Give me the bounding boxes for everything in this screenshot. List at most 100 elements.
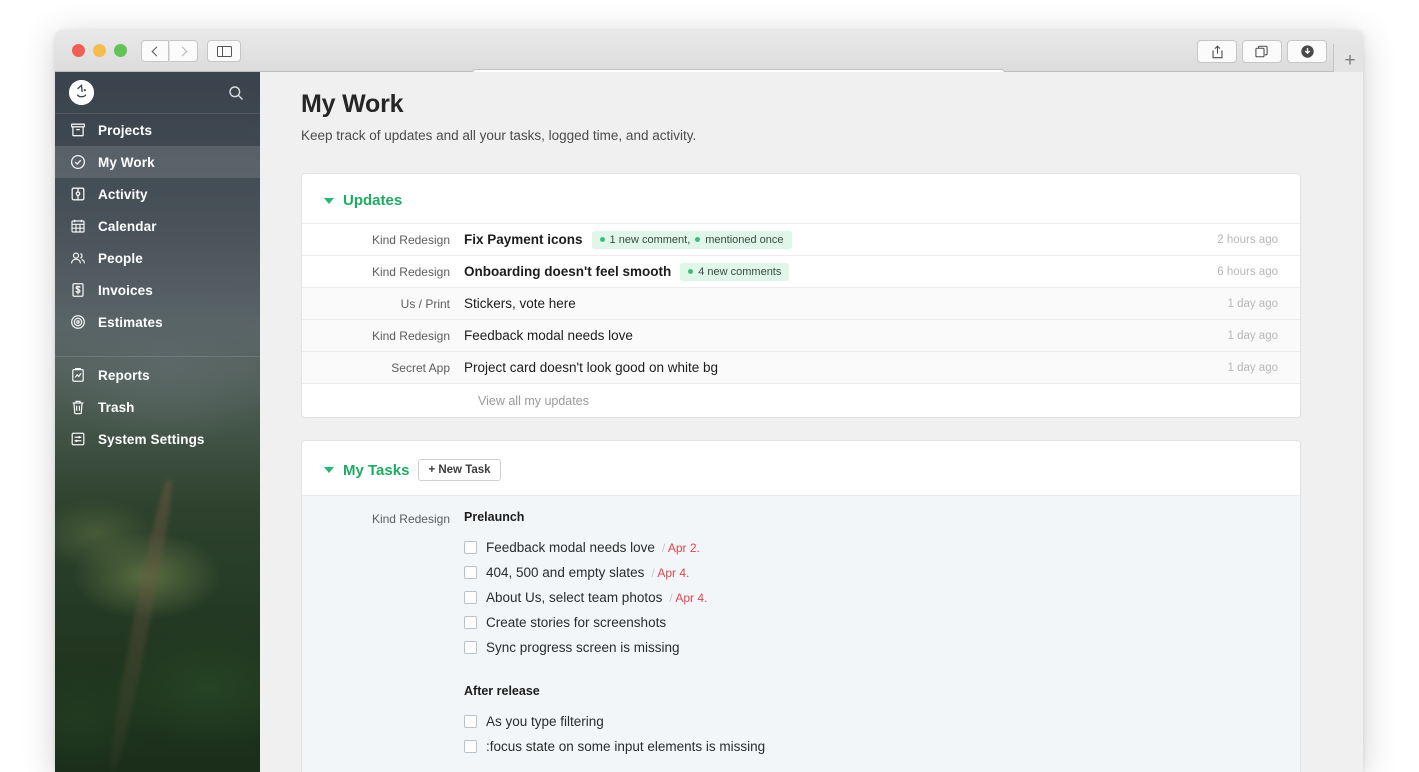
my-work-icon: [69, 153, 87, 171]
sidebar-item-label: System Settings: [98, 431, 205, 447]
update-name[interactable]: Fix Payment icons: [464, 232, 583, 247]
updates-footer: View all my updates: [302, 383, 1300, 417]
chevron-right-icon: [177, 46, 187, 56]
browser-titlebar: app.activecollab.com +: [55, 30, 1363, 92]
badge-label: 4 new comments: [698, 265, 782, 278]
list-item[interactable]: :focus state on some input elements is m…: [464, 734, 1300, 759]
app-body: Projects My Work Activity Calendar Peopl…: [55, 72, 1363, 772]
table-row[interactable]: Kind Redesign Onboarding doesn't feel sm…: [302, 255, 1300, 287]
sidebar-item-invoices[interactable]: Invoices: [55, 274, 260, 306]
app-logo-icon[interactable]: [69, 80, 94, 105]
page-subtitle: Keep track of updates and all your tasks…: [301, 128, 697, 143]
task-checkbox[interactable]: [464, 566, 477, 579]
caret-down-icon[interactable]: [324, 467, 334, 473]
task-label[interactable]: :focus state on some input elements is m…: [486, 739, 765, 754]
task-checkbox[interactable]: [464, 641, 477, 654]
my-tasks-section-header: My Tasks + New Task: [302, 441, 1300, 481]
task-label[interactable]: 404, 500 and empty slates: [486, 565, 644, 580]
sidebar-item-activity[interactable]: Activity: [55, 178, 260, 210]
list-item[interactable]: Sync progress screen is missing: [464, 635, 1300, 660]
badge-dot-icon: [695, 237, 701, 242]
window-maximize-button[interactable]: [114, 44, 127, 57]
sidebar-item-label: My Work: [98, 154, 155, 170]
update-name[interactable]: Feedback modal needs love: [464, 328, 633, 343]
browser-downloads-button[interactable]: [1287, 40, 1327, 63]
list-item[interactable]: About Us, select team photos / Apr 4.: [464, 585, 1300, 610]
task-label[interactable]: Feedback modal needs love: [486, 540, 655, 555]
list-item[interactable]: Create stories for screenshots: [464, 610, 1300, 635]
task-label[interactable]: Create stories for screenshots: [486, 615, 666, 630]
sidebar-item-system-settings[interactable]: System Settings: [55, 423, 260, 455]
badge-dot-icon: [599, 237, 605, 242]
sidebar-item-my-work[interactable]: My Work: [55, 146, 260, 178]
task-due-date: / Apr 2.: [661, 540, 700, 555]
people-icon: [69, 249, 87, 267]
caret-down-icon[interactable]: [324, 197, 334, 204]
sidebar-item-reports[interactable]: Reports: [55, 359, 260, 391]
share-icon: [1212, 44, 1222, 58]
updates-title: Updates: [343, 192, 403, 209]
sidebar-item-label: Calendar: [98, 218, 157, 234]
update-project: Kind Redesign: [371, 232, 450, 247]
browser-forward-button[interactable]: [170, 40, 198, 62]
task-checkbox[interactable]: [464, 616, 477, 629]
task-project-block: Kind Redesign Prelaunch Feedback modal n…: [302, 495, 1300, 772]
table-row[interactable]: Kind Redesign Fix Payment icons 1 new co…: [302, 223, 1300, 255]
task-checkbox[interactable]: [464, 740, 477, 753]
list-item[interactable]: As you type filtering: [464, 709, 1300, 734]
chevron-left-icon: [151, 46, 162, 56]
browser-sidebar-toggle-button[interactable]: [207, 40, 241, 62]
task-group-title: After release: [464, 684, 540, 698]
task-checkbox[interactable]: [464, 541, 477, 554]
task-project-name: Kind Redesign: [371, 512, 450, 526]
task-checkbox[interactable]: [464, 715, 477, 728]
sidebar-item-calendar[interactable]: Calendar: [55, 210, 260, 242]
sidebar-item-people[interactable]: People: [55, 242, 260, 274]
sidebar-item-label: Invoices: [98, 282, 153, 298]
badge-label: mentioned once: [705, 233, 784, 246]
calendar-icon: [69, 217, 87, 235]
my-tasks-card: My Tasks + New Task Kind Redesign Prelau…: [301, 440, 1301, 772]
view-all-updates-link[interactable]: View all my updates: [478, 394, 589, 408]
window-close-button[interactable]: [72, 44, 85, 57]
sidebar-item-label: Activity: [98, 186, 148, 202]
estimates-icon: [69, 313, 87, 331]
update-time: 6 hours ago: [1217, 265, 1278, 278]
sidebar-item-trash[interactable]: Trash: [55, 391, 260, 423]
browser-back-button[interactable]: [141, 40, 169, 62]
task-due-date: / Apr 4.: [669, 590, 708, 605]
table-row[interactable]: Us / Print Stickers, vote here 1 day ago: [302, 287, 1300, 319]
sidebar-secondary-nav: Reports Trash System Settings: [55, 356, 260, 455]
updates-section-header[interactable]: Updates: [302, 174, 1300, 209]
browser-tabs-button[interactable]: [1242, 40, 1282, 63]
logo-face-icon: [69, 80, 94, 105]
task-label[interactable]: About Us, select team photos: [486, 590, 662, 605]
update-project: Kind Redesign: [371, 264, 450, 279]
sidebar-panel-icon: [216, 45, 232, 57]
trash-icon: [69, 398, 87, 416]
update-name[interactable]: Project card doesn't look good on white …: [464, 360, 718, 375]
sidebar-item-estimates[interactable]: Estimates: [55, 306, 260, 338]
window-minimize-button[interactable]: [93, 44, 106, 57]
table-row[interactable]: Kind Redesign Feedback modal needs love …: [302, 319, 1300, 351]
new-task-button[interactable]: + New Task: [418, 459, 501, 481]
sidebar-item-label: Trash: [98, 399, 135, 415]
list-item[interactable]: Feedback modal needs love / Apr 2.: [464, 535, 1300, 560]
update-project: Secret App: [391, 360, 450, 375]
search-icon[interactable]: [228, 85, 244, 101]
table-row[interactable]: Secret App Project card doesn't look goo…: [302, 351, 1300, 383]
browser-share-button[interactable]: [1197, 40, 1237, 63]
system-settings-icon: [69, 430, 87, 448]
task-checkbox[interactable]: [464, 591, 477, 604]
task-label[interactable]: Sync progress screen is missing: [486, 640, 680, 655]
updates-card: Updates Kind Redesign Fix Payment icons …: [301, 173, 1301, 418]
sidebar-item-projects[interactable]: Projects: [55, 114, 260, 146]
update-name[interactable]: Onboarding doesn't feel smooth: [464, 264, 671, 279]
list-item[interactable]: 404, 500 and empty slates / Apr 4.: [464, 560, 1300, 585]
status-badge: 4 new comments: [680, 262, 790, 281]
update-name[interactable]: Stickers, vote here: [464, 296, 576, 311]
task-list: Prelaunch Feedback modal needs love / Ap…: [464, 510, 1300, 759]
sidebar-item-label: Reports: [98, 367, 150, 383]
task-group-title: Prelaunch: [464, 510, 525, 524]
task-label[interactable]: As you type filtering: [486, 714, 604, 729]
